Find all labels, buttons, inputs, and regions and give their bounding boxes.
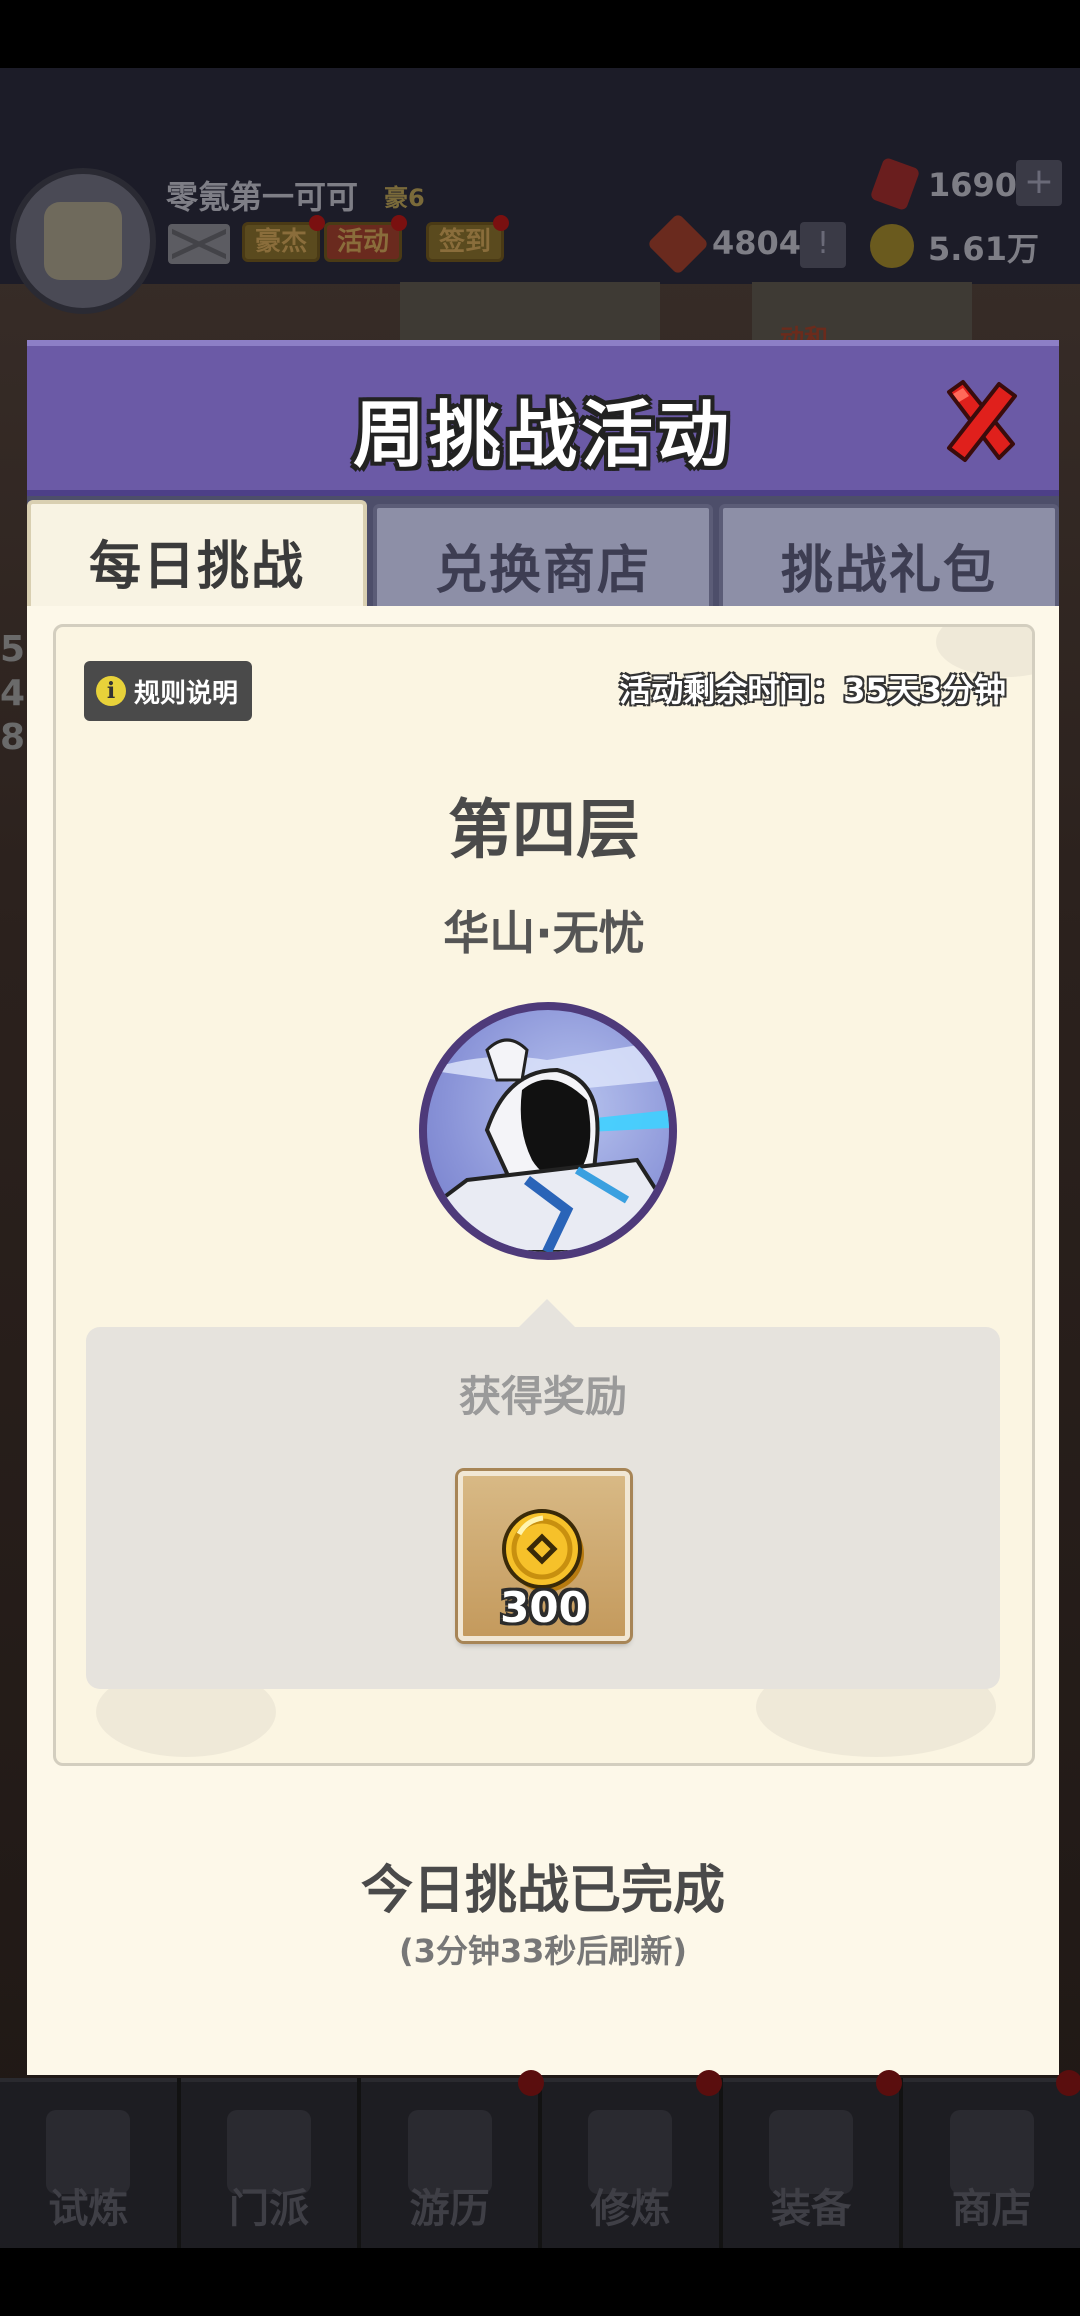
notification-dot — [518, 2070, 544, 2096]
dialog-header: 周挑战活动 — [27, 340, 1059, 496]
side-numbers: 5 4 8 — [0, 629, 26, 758]
rules-label: 规则说明 — [134, 678, 239, 709]
notification-dot — [696, 2070, 722, 2096]
nav-label: 门派 — [229, 2186, 309, 2232]
reward-quantity: 300 — [500, 1583, 588, 1632]
nav-item-trial: 试炼 — [0, 2078, 177, 2248]
time-remaining: 活动剩余时间：35天3分钟 — [619, 671, 1006, 709]
boss-name: 华山·无忧 — [443, 906, 645, 960]
swordsman-portrait — [427, 1038, 669, 1252]
nav-label: 商店 — [951, 2186, 1032, 2232]
nav-label: 修炼 — [590, 2186, 671, 2232]
header-button-events: 活动 — [324, 215, 408, 262]
header-button-heroes: 豪杰 — [242, 215, 326, 262]
add-gems-button: + — [1016, 160, 1062, 206]
reward-title: 获得奖励 — [458, 1372, 627, 1421]
rules-button[interactable]: i 规则说明 — [84, 661, 253, 721]
floor-title: 第四层 — [448, 794, 640, 868]
nav-item-shop: 商店 — [903, 2078, 1080, 2248]
tab-bar: 每日挑战 兑换商店 挑战礼包 — [27, 496, 1059, 606]
tab-label: 每日挑战 — [88, 537, 305, 597]
notification-dot — [1056, 2070, 1080, 2096]
nav-item-equipment: 装备 — [722, 2078, 900, 2248]
tab-label: 挑战礼包 — [780, 541, 997, 601]
tab-challenge-pack[interactable]: 挑战礼包 — [719, 504, 1059, 606]
nav-item-sect: 门派 — [180, 2078, 358, 2248]
nav-item-cultivate: 修炼 — [542, 2078, 719, 2248]
player-avatar — [10, 168, 156, 314]
player-rank: 豪6 — [384, 184, 425, 212]
token-alert-icon: ! — [800, 222, 846, 268]
dialog-title: 周挑战活动 — [352, 393, 733, 477]
mail-icon — [168, 224, 230, 264]
token-count: 4804 — [712, 224, 802, 262]
gem-count: 1690 — [928, 166, 1018, 204]
player-name: 零氪第一可可 — [166, 178, 359, 216]
nav-label: 游历 — [409, 2186, 490, 2232]
coin-count: 5.61万 — [928, 230, 1039, 268]
reward-panel: 获得奖励 300 — [86, 1299, 1000, 1689]
coin-icon — [870, 224, 914, 268]
dialog-body: i 规则说明 活动剩余时间：35天3分钟 第四层 华山·无忧 获得奖励 300 … — [27, 606, 1059, 2075]
challenge-panel: i 规则说明 活动剩余时间：35天3分钟 第四层 华山·无忧 获得奖励 300 — [53, 624, 1035, 1766]
tab-exchange-shop[interactable]: 兑换商店 — [373, 504, 713, 606]
nav-item-travel: 游历 — [361, 2078, 539, 2248]
close-button[interactable] — [939, 378, 1023, 466]
info-icon: i — [96, 676, 126, 706]
nav-label: 装备 — [771, 2186, 852, 2232]
close-icon — [947, 380, 1017, 462]
header-button-signin: 签到 — [426, 215, 510, 262]
boss-portrait[interactable] — [419, 1002, 677, 1260]
tab-daily-challenge[interactable]: 每日挑战 — [27, 500, 367, 606]
weekly-challenge-dialog: 周挑战活动 每日挑战 兑换商店 挑战礼包 i 规则说明 活动剩余时间：35天3分… — [27, 340, 1059, 2075]
tab-label: 兑换商店 — [434, 541, 651, 601]
refresh-countdown-text: (3分钟33秒后刷新) — [398, 1932, 688, 1970]
reward-item-slot[interactable]: 300 — [458, 1471, 630, 1641]
challenge-completed-text: 今日挑战已完成 — [360, 1861, 725, 1921]
bottom-navigation: 试炼 门派 游历 修炼 装备 商店 — [0, 2078, 1080, 2248]
nav-label: 试炼 — [48, 2186, 129, 2232]
notification-dot — [876, 2070, 902, 2096]
